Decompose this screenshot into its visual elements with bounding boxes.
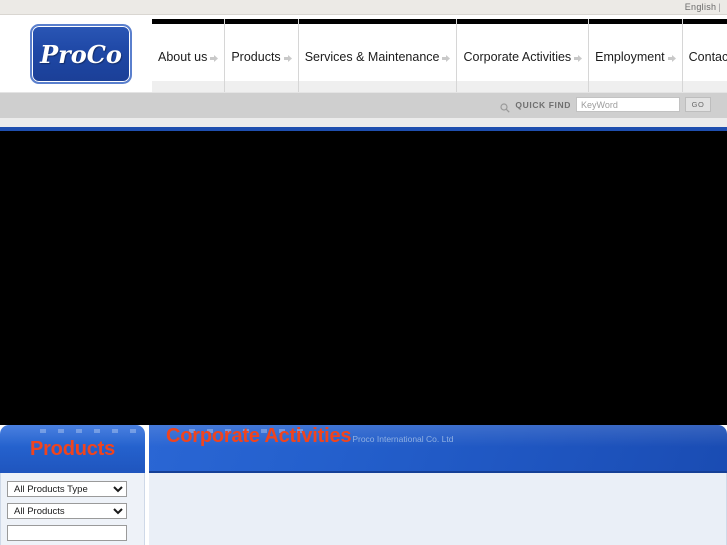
quick-find-group: QUICK FIND GO: [500, 97, 711, 113]
nav-item-label: Products: [231, 50, 281, 64]
bottom-panels: Products All Products Type All Products …: [0, 425, 727, 545]
panel-header-dots: [40, 429, 145, 433]
main-navigation: About us Products Services & Maintenance…: [152, 19, 727, 93]
chevron-right-icon: [210, 54, 219, 63]
quick-find-bar: QUICK FIND GO: [0, 92, 727, 118]
product-type-select[interactable]: All Products Type: [7, 481, 127, 497]
panel-products-title: Products: [29, 437, 116, 460]
site-header: ProCo About us Products Services & Maint…: [0, 14, 727, 93]
language-selector: English |: [685, 2, 721, 12]
top-language-bar: English |: [0, 0, 727, 14]
panel-products-header: Products: [0, 425, 145, 473]
nav-item-corporate-activities[interactable]: Corporate Activities: [457, 19, 590, 93]
nav-item-services-maintenance[interactable]: Services & Maintenance: [298, 19, 458, 93]
nav-item-label: Services & Maintenance: [304, 50, 440, 64]
page-root: English | ProCo About us Products Service…: [0, 0, 727, 545]
chevron-right-icon: [442, 54, 451, 63]
hero-media-area[interactable]: [0, 131, 727, 425]
search-go-button[interactable]: GO: [685, 97, 711, 112]
language-separator: |: [718, 2, 721, 12]
nav-item-label: Contact us: [688, 50, 727, 64]
nav-item-label: Employment: [595, 50, 665, 64]
panel-corporate-title: Corporate Activities: [166, 425, 352, 447]
nav-item-products[interactable]: Products: [225, 19, 299, 93]
search-input[interactable]: [576, 97, 680, 112]
search-icon: [500, 100, 511, 113]
chevron-right-icon: [283, 54, 293, 63]
language-link-english[interactable]: English: [685, 2, 717, 12]
nav-item-label: Corporate Activities: [463, 50, 572, 64]
panel-corporate-body: [149, 473, 727, 545]
panel-corporate-activities: Corporate Activities Proco International…: [149, 425, 727, 545]
nav-item-contact-us[interactable]: Contact us: [682, 19, 727, 93]
logo-text: ProCo: [40, 39, 122, 69]
logo[interactable]: ProCo: [30, 24, 132, 84]
product-extra-field[interactable]: [7, 525, 127, 541]
chevron-right-icon: [574, 54, 583, 63]
nav-item-label: About us: [158, 50, 208, 64]
quick-find-label: QUICK FIND: [515, 99, 571, 110]
header-bottom-spacer: [0, 118, 727, 127]
panel-corporate-subtitle: Proco International Co. Ltd: [352, 434, 454, 444]
nav-item-about-us[interactable]: About us: [152, 19, 226, 93]
nav-item-employment[interactable]: Employment: [589, 19, 683, 93]
panel-corporate-header: Corporate Activities Proco International…: [149, 425, 727, 473]
product-select[interactable]: All Products: [7, 503, 127, 519]
chevron-right-icon: [667, 54, 677, 63]
panel-products: Products All Products Type All Products: [0, 425, 145, 545]
panel-products-body: All Products Type All Products: [0, 473, 145, 545]
